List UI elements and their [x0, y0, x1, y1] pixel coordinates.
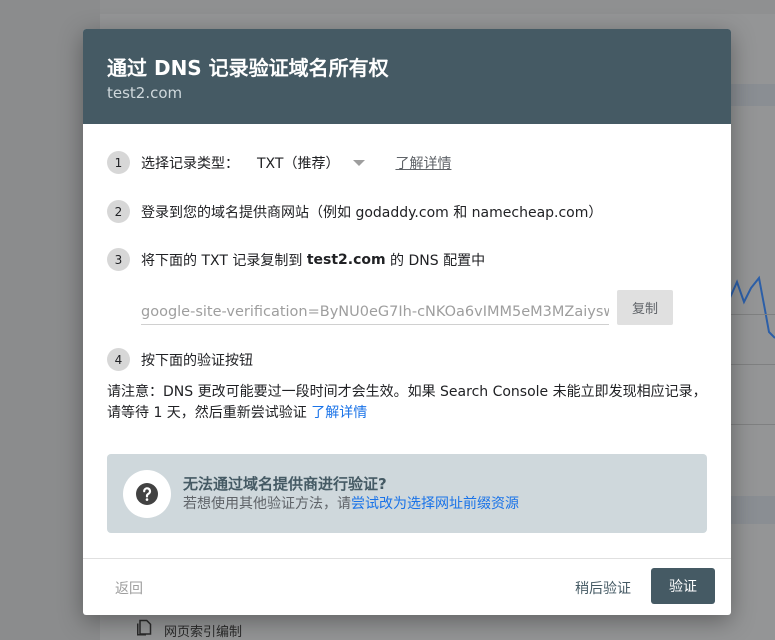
nav-item-label: 网页索引编制 [164, 624, 243, 640]
step-text-prefix: 将下面的 TXT 记录复制到 [141, 252, 307, 269]
note-learn-more-link[interactable]: 了解详情 [311, 405, 367, 421]
txt-record-field[interactable]: google-site-verification=ByNU0eG7Ih-cNKO… [141, 303, 609, 325]
chart-gridline [729, 364, 775, 365]
chart-gridline [729, 424, 775, 425]
step-label: 选择记录类型： [141, 155, 239, 172]
step-text: 按下面的验证按钮 [141, 352, 253, 369]
alternative-method-box: 无法通过域名提供商进行验证? 若想使用其他验证方法，请尝试改为选择网址前缀资源 [107, 454, 707, 533]
dialog-header: 通过 DNS 记录验证域名所有权 test2.com [83, 29, 731, 124]
dialog-footer: 返回 稍后验证 验证 [83, 558, 731, 615]
step-text: 登录到您的域名提供商网站（例如 godaddy.com 和 namecheap.… [141, 204, 603, 221]
step-number: 3 [107, 248, 130, 271]
copy-button[interactable]: 复制 [617, 290, 673, 325]
dialog-domain: test2.com [107, 84, 183, 102]
background-nav-item: 网页索引编制 [134, 619, 242, 640]
help-text: 无法通过域名提供商进行验证? 若想使用其他验证方法，请尝试改为选择网址前缀资源 [183, 474, 519, 514]
verify-dns-dialog: 通过 DNS 记录验证域名所有权 test2.com 1 选择记录类型： TXT… [83, 29, 731, 615]
step-number: 1 [107, 151, 130, 174]
help-desc-prefix: 若想使用其他验证方法，请 [183, 495, 351, 512]
dropdown-caret-icon [353, 159, 366, 166]
step-4: 4 按下面的验证按钮 [107, 348, 253, 371]
propagation-note: 请注意：DNS 更改可能要过一段时间才会生效。如果 Search Console… [107, 382, 711, 424]
dialog-title: 通过 DNS 记录验证域名所有权 [107, 56, 389, 80]
step-number: 4 [107, 348, 130, 371]
back-button[interactable]: 返回 [107, 574, 151, 602]
step-1: 1 选择记录类型： TXT（推荐） 了解详情 [107, 151, 451, 174]
file-copy-icon [134, 619, 152, 640]
chart-line [728, 275, 775, 339]
step-text-suffix: 的 DNS 配置中 [385, 252, 486, 269]
verify-button[interactable]: 验证 [651, 568, 715, 604]
learn-more-link[interactable]: 了解详情 [395, 153, 451, 173]
url-prefix-property-link[interactable]: 尝试改为选择网址前缀资源 [351, 496, 519, 512]
record-type-value: TXT（推荐） [257, 155, 340, 172]
step-number: 2 [107, 200, 130, 223]
step-2: 2 登录到您的域名提供商网站（例如 godaddy.com 和 namechea… [107, 200, 602, 223]
chart-gridline [729, 314, 775, 315]
step-domain: test2.com [306, 251, 386, 268]
background-chart [728, 240, 775, 430]
verify-later-button[interactable]: 稍后验证 [567, 574, 639, 602]
step-3: 3 将下面的 TXT 记录复制到 test2.com 的 DNS 配置中 [107, 248, 485, 271]
help-circle-icon [123, 469, 171, 518]
help-title: 无法通过域名提供商进行验证? [183, 474, 387, 493]
help-description: 若想使用其他验证方法，请尝试改为选择网址前缀资源 [183, 494, 519, 514]
note-text: 请注意：DNS 更改可能要过一段时间才会生效。如果 Search Console… [107, 384, 707, 421]
record-type-select[interactable]: TXT（推荐） [257, 153, 366, 173]
